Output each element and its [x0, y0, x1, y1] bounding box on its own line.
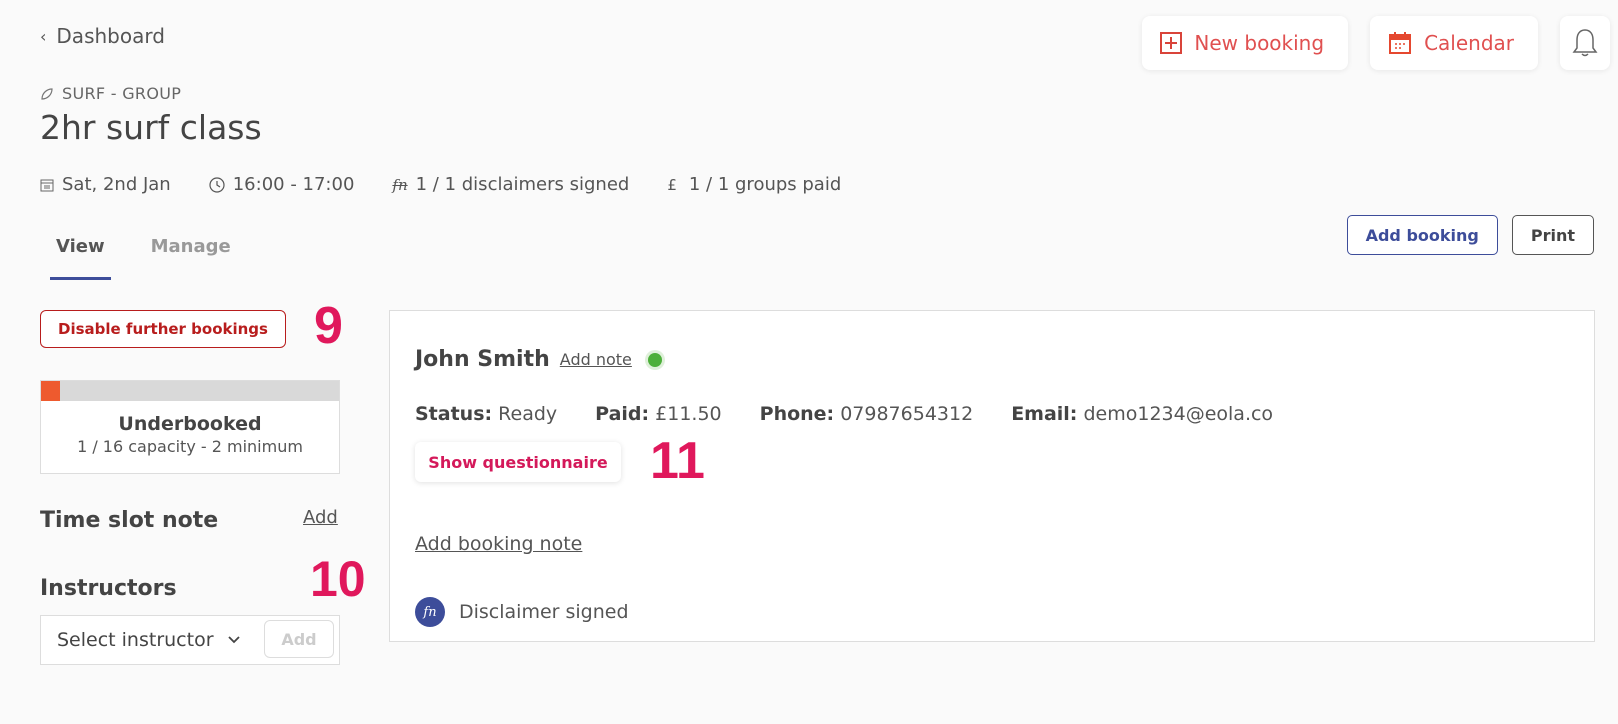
- add-time-slot-note-link[interactable]: Add: [303, 507, 338, 528]
- booking-actions: Add booking Print: [1346, 215, 1594, 255]
- session-date: Sat, 2nd Jan: [40, 174, 171, 195]
- calendar-icon: [1389, 32, 1412, 54]
- signature-badge-icon: fn: [415, 597, 445, 627]
- back-label: Dashboard: [56, 24, 165, 48]
- instructor-select-value: Select instructor: [57, 629, 214, 651]
- add-note-link[interactable]: Add note: [560, 350, 632, 369]
- email-field: Email: demo1234@eola.co: [1011, 403, 1273, 425]
- status-value: Ready: [498, 403, 558, 425]
- tab-manage[interactable]: Manage: [145, 232, 237, 280]
- chevron-left-icon: ‹: [40, 26, 47, 46]
- customer-name: John Smith: [415, 347, 550, 372]
- booking-header: John Smith Add note: [415, 347, 662, 372]
- print-button[interactable]: Print: [1511, 215, 1594, 255]
- capacity-detail: 1 / 16 capacity - 2 minimum: [77, 437, 303, 456]
- tab-view[interactable]: View: [50, 232, 111, 280]
- annotation-11: 11: [650, 432, 705, 490]
- booking-card: John Smith Add note Status: Ready Paid: …: [389, 310, 1595, 642]
- capacity-card: Underbooked 1 / 16 capacity - 2 minimum: [40, 380, 340, 474]
- bell-icon: [1572, 29, 1598, 57]
- new-booking-button[interactable]: New booking: [1142, 16, 1349, 70]
- phone-label: Phone:: [759, 403, 835, 425]
- signature-icon: fn: [392, 175, 408, 194]
- disclaimers-label: 1 / 1 disclaimers signed: [415, 174, 630, 195]
- time-slot-note-title: Time slot note: [40, 508, 219, 533]
- payments-summary: £ 1 / 1 groups paid: [667, 174, 841, 195]
- add-booking-button[interactable]: Add booking: [1346, 215, 1498, 255]
- paid-label: Paid:: [595, 403, 650, 425]
- date-label: Sat, 2nd Jan: [62, 174, 171, 195]
- chevron-down-icon: [227, 636, 240, 644]
- clock-icon: [209, 176, 225, 193]
- email-label: Email:: [1011, 403, 1078, 425]
- add-instructor-button[interactable]: Add: [264, 620, 334, 658]
- email-value: demo1234@eola.co: [1083, 403, 1274, 425]
- status-dot-icon: [647, 352, 662, 367]
- surfboard-icon: [41, 87, 53, 100]
- phone-field: Phone: 07987654312: [760, 403, 974, 425]
- category-label: SURF - GROUP: [62, 84, 182, 103]
- capacity-bar: [41, 381, 339, 401]
- instructor-select[interactable]: Select instructor: [57, 629, 240, 651]
- annotation-9: 9: [314, 297, 343, 355]
- booking-info: Status: Ready Paid: £11.50 Phone: 079876…: [415, 403, 1273, 425]
- payments-label: 1 / 1 groups paid: [688, 174, 842, 195]
- tab-bar: View Manage: [50, 232, 237, 280]
- status-field: Status: Ready: [415, 403, 557, 425]
- disclaimer-status: fn Disclaimer signed: [415, 597, 629, 627]
- time-label: 16:00 - 17:00: [232, 174, 355, 195]
- annotation-10: 10: [310, 551, 366, 607]
- status-label: Status:: [415, 403, 493, 425]
- calendar-label: Calendar: [1424, 31, 1514, 55]
- add-booking-note-link[interactable]: Add booking note: [415, 533, 582, 555]
- new-booking-label: New booking: [1194, 31, 1325, 55]
- show-questionnaire-button[interactable]: Show questionnaire: [415, 442, 621, 482]
- instructors-title: Instructors: [40, 576, 177, 601]
- activity-category: SURF - GROUP: [40, 84, 181, 103]
- capacity-bar-fill: [41, 381, 60, 401]
- disclaimers-summary: fn 1 / 1 disclaimers signed: [392, 174, 629, 195]
- calendar-button[interactable]: Calendar: [1370, 16, 1538, 70]
- paid-value: £11.50: [655, 403, 722, 425]
- session-time: 16:00 - 17:00: [209, 174, 355, 195]
- top-actions: New booking Calendar: [1142, 16, 1610, 70]
- session-meta: Sat, 2nd Jan 16:00 - 17:00 fn 1 / 1 disc…: [40, 174, 841, 195]
- paid-field: Paid: £11.50: [595, 403, 721, 425]
- plus-square-icon: [1160, 32, 1183, 54]
- page-title: 2hr surf class: [40, 108, 262, 147]
- notifications-button[interactable]: [1560, 16, 1610, 70]
- instructor-picker: Select instructor Add: [40, 615, 340, 665]
- disclaimer-text: Disclaimer signed: [459, 601, 629, 623]
- phone-value: 07987654312: [840, 403, 974, 425]
- disable-further-bookings-button[interactable]: Disable further bookings: [40, 310, 286, 348]
- calendar-small-icon: [40, 179, 54, 191]
- capacity-status: Underbooked: [118, 413, 262, 435]
- pound-icon: £: [667, 175, 677, 194]
- back-to-dashboard-link[interactable]: ‹ Dashboard: [40, 24, 165, 48]
